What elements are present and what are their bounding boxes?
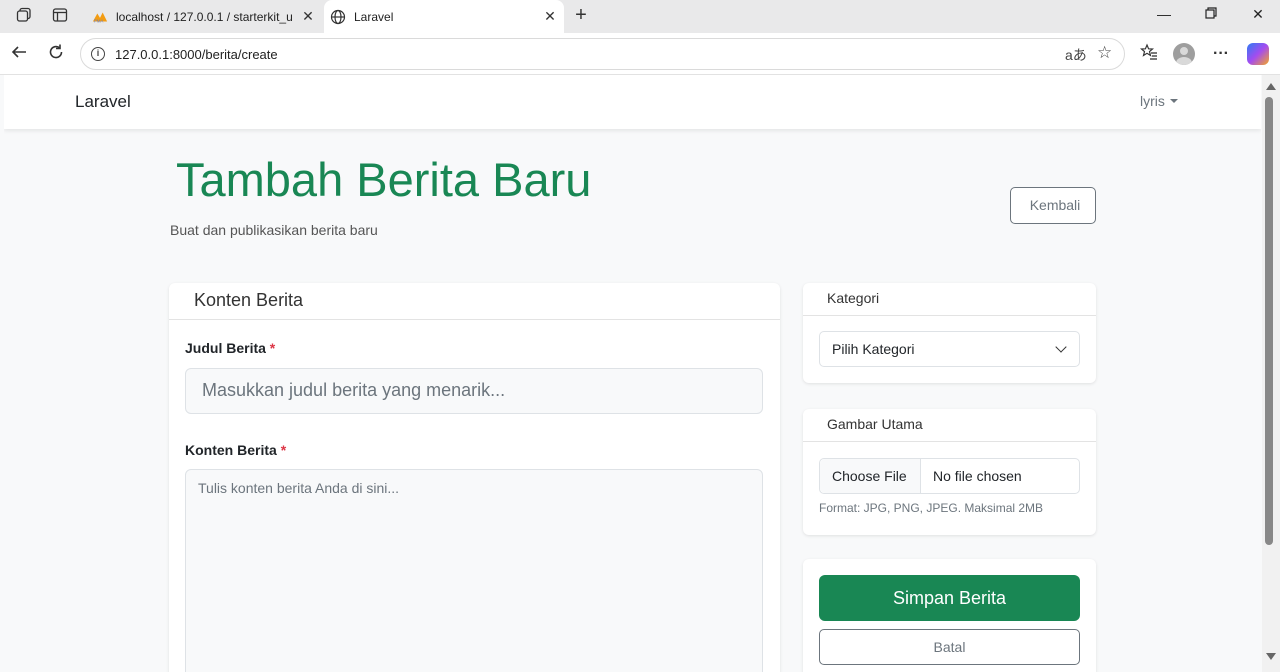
title-input[interactable]: Masukkan judul berita yang menarik... xyxy=(185,368,763,414)
tab-label: Laravel xyxy=(354,9,394,24)
file-status-text: No file chosen xyxy=(933,468,1022,484)
content-card: Konten Berita Judul Berita * Masukkan ju… xyxy=(169,283,780,672)
globe-icon xyxy=(330,9,346,25)
copilot-icon[interactable] xyxy=(1247,43,1269,65)
category-selected-value: Pilih Kategori xyxy=(832,341,915,357)
user-name: lyris xyxy=(1140,93,1165,109)
category-select[interactable]: Pilih Kategori xyxy=(819,331,1080,367)
scroll-up-icon[interactable] xyxy=(1266,83,1276,90)
more-menu-icon[interactable]: ··· xyxy=(1210,43,1232,65)
profile-avatar[interactable] xyxy=(1173,43,1195,65)
refresh-icon[interactable] xyxy=(45,43,67,65)
chevron-down-icon xyxy=(1055,341,1067,353)
tab-phpmyadmin[interactable]: PMA localhost / 127.0.0.1 / starterkit_u… xyxy=(86,0,322,33)
favorites-icon[interactable] xyxy=(1138,43,1160,65)
actions-card: Simpan Berita Batal xyxy=(803,559,1096,672)
close-window-icon[interactable]: ✕ xyxy=(1246,6,1270,26)
browser-toolbar: i 127.0.0.1:8000/berita/create aあ ☆ ··· xyxy=(0,33,1280,75)
tab-actions-icon[interactable] xyxy=(50,7,70,27)
content-label-text: Konten Berita xyxy=(185,442,277,458)
image-file-input[interactable]: Choose File No file chosen xyxy=(819,458,1080,494)
page-subtitle: Buat dan publikasikan berita baru xyxy=(170,222,378,238)
title-label-text: Judul Berita xyxy=(185,340,266,356)
image-card-header: Gambar Utama xyxy=(803,409,1096,442)
restore-icon[interactable] xyxy=(1199,6,1223,26)
new-tab-icon[interactable]: + xyxy=(569,4,593,28)
navbar: Laravel lyris xyxy=(4,75,1261,129)
url-text: 127.0.0.1:8000/berita/create xyxy=(115,47,278,62)
cancel-button[interactable]: Batal xyxy=(819,629,1080,665)
image-card: Gambar Utama Choose File No file chosen … xyxy=(803,409,1096,535)
title-label: Judul Berita * xyxy=(185,340,275,356)
address-bar[interactable]: i 127.0.0.1:8000/berita/create aあ ☆ xyxy=(80,38,1125,70)
caret-down-icon xyxy=(1169,99,1178,103)
tab-laravel[interactable]: Laravel ✕ xyxy=(324,0,564,33)
page-viewport: Laravel lyris Tambah Berita Baru Buat da… xyxy=(4,75,1261,672)
content-textarea[interactable]: Tulis konten berita Anda di sini... xyxy=(185,469,763,672)
back-button[interactable]: Kembali xyxy=(1010,187,1096,224)
scrollbar-thumb[interactable] xyxy=(1265,97,1273,545)
required-mark: * xyxy=(280,442,287,458)
browser-tab-bar: PMA localhost / 127.0.0.1 / starterkit_u… xyxy=(0,0,1280,33)
required-mark: * xyxy=(269,340,276,356)
page-scrollbar[interactable] xyxy=(1262,75,1280,672)
category-card: Kategori Pilih Kategori xyxy=(803,283,1096,383)
category-card-header: Kategori xyxy=(803,283,1096,316)
svg-text:PMA: PMA xyxy=(94,18,104,23)
site-info-icon[interactable]: i xyxy=(91,47,105,61)
save-button[interactable]: Simpan Berita xyxy=(819,575,1080,621)
workspaces-icon[interactable] xyxy=(14,7,34,27)
file-help-text: Format: JPG, PNG, JPEG. Maksimal 2MB xyxy=(819,501,1044,515)
favorite-star-icon[interactable]: ☆ xyxy=(1097,43,1112,63)
content-card-header: Konten Berita xyxy=(169,283,780,320)
tab-label: localhost / 127.0.0.1 / starterkit_u xyxy=(116,9,293,24)
scroll-down-icon[interactable] xyxy=(1266,653,1276,660)
close-tab-icon[interactable]: ✕ xyxy=(540,8,560,25)
close-tab-icon[interactable]: ✕ xyxy=(298,8,318,25)
read-aloud-icon[interactable]: aあ xyxy=(1065,45,1087,65)
phpmyadmin-icon: PMA xyxy=(92,9,108,25)
navbar-brand[interactable]: Laravel xyxy=(75,92,131,112)
user-dropdown[interactable]: lyris xyxy=(1140,93,1178,109)
page-title: Tambah Berita Baru xyxy=(176,153,592,206)
content-label: Konten Berita * xyxy=(185,442,286,458)
minimize-icon[interactable]: — xyxy=(1152,6,1176,26)
back-arrow-icon[interactable] xyxy=(8,43,30,65)
choose-file-button[interactable]: Choose File xyxy=(820,459,921,493)
